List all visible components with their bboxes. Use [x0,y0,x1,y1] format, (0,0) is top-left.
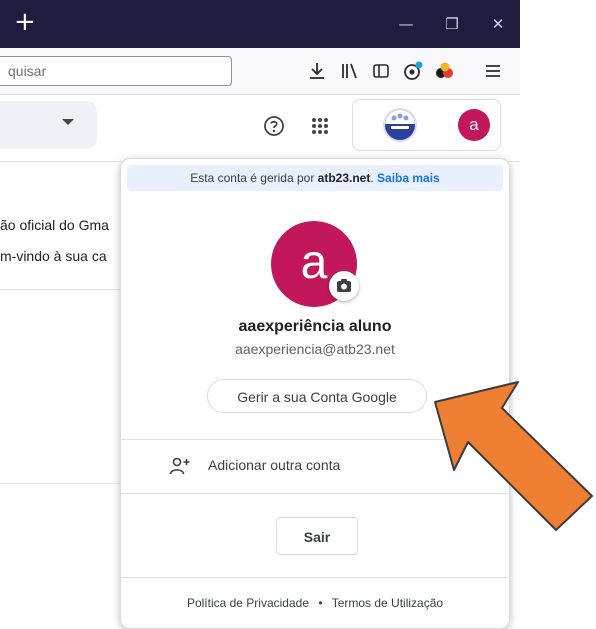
user-name: aaexperiência aluno [238,318,392,335]
browser-search-box[interactable]: quisar [0,56,232,86]
account-chip[interactable]: a [352,99,501,151]
search-placeholder: quisar [8,63,47,79]
help-icon[interactable] [262,114,286,138]
privacy-link[interactable]: Política de Privacidade [187,596,309,610]
email-snippet[interactable]: m-vindo à sua ca [0,248,120,264]
browser-toolbar: quisar [0,48,520,95]
restore-button[interactable]: ❐ [432,0,472,48]
list-divider [0,289,120,290]
minimize-button[interactable]: — [386,0,426,48]
popup-footer: Política de Privacidade • Termos de Util… [121,596,509,610]
gmail-search-bar[interactable] [0,101,97,149]
sign-out-button[interactable]: Sair [276,517,358,555]
apps-grid-icon[interactable] [308,114,332,138]
learn-more-link[interactable]: Saiba mais [377,171,440,185]
terms-link[interactable]: Termos de Utilização [332,596,443,610]
download-icon[interactable] [304,58,330,84]
close-window-button[interactable]: ✕ [478,0,518,48]
annotation-arrow [430,378,596,538]
chevron-down-icon[interactable] [62,119,74,125]
menu-icon[interactable] [480,58,506,84]
school-logo [383,108,417,142]
managed-domain: atb23.net [317,171,371,185]
sidebar-icon[interactable] [368,58,394,84]
camera-icon[interactable] [329,271,359,301]
add-person-icon [169,456,191,476]
add-account-label: Adicionar outra conta [208,457,341,473]
list-divider [0,483,120,484]
gmail-header: a [0,95,520,162]
divider [121,577,509,578]
email-snippet[interactable]: ão oficial do Gma [0,217,120,233]
footer-separator: • [318,596,323,610]
extension-icon-2[interactable] [432,58,458,84]
account-avatar[interactable]: a [458,109,490,141]
managed-account-notice: Esta conta é gerida por atb23.net. Saiba… [127,165,503,191]
library-icon[interactable] [336,58,362,84]
manage-account-button[interactable]: Gerir a sua Conta Google [207,379,427,413]
extension-icon[interactable] [400,58,426,84]
new-tab-button[interactable]: + [14,6,44,38]
managed-prefix: Esta conta é gerida por [190,171,318,185]
browser-titlebar: + — ❐ ✕ [0,0,520,48]
user-email: aaexperiencia@atb23.net [235,341,395,357]
